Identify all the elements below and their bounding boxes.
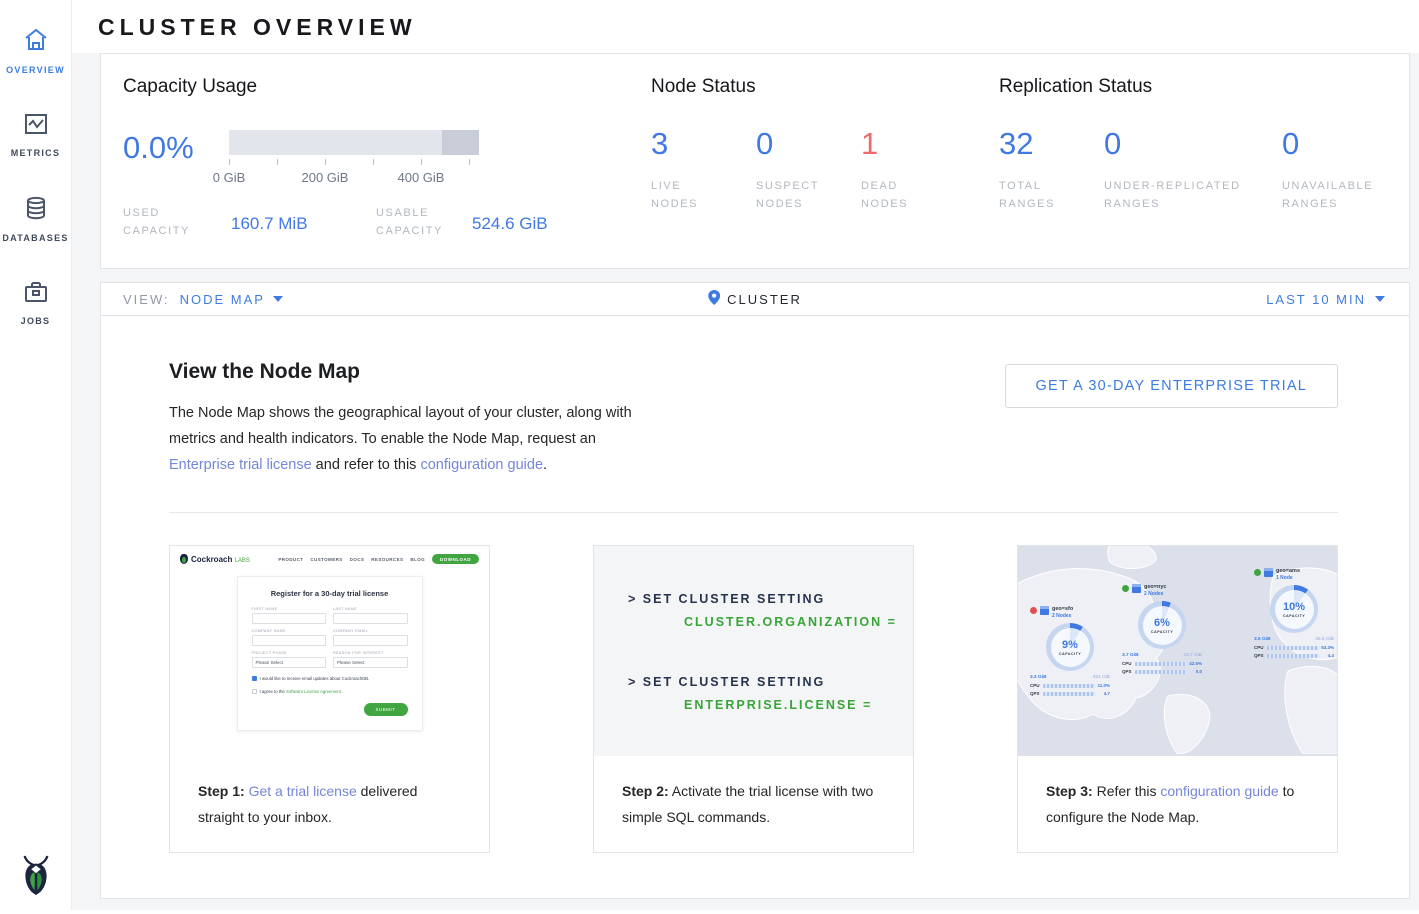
configuration-guide-link[interactable]: configuration guide [1160, 783, 1278, 799]
sql-commands-illustration: > SET CLUSTER SETTING CLUSTER.ORGANIZATI… [594, 546, 913, 756]
replication-status-title: Replication Status [999, 76, 1409, 98]
node-ok-badge-icon [1254, 569, 1261, 576]
axis-tick-label: 400 GiB [398, 170, 445, 185]
cluster-summary-card: Capacity Usage 0.0% [100, 53, 1410, 269]
node-cube-icon [1264, 568, 1273, 577]
unavailable-ranges-value: 0 [1282, 128, 1402, 159]
mini-trial-form: Register for a 30-day trial license FIRS… [237, 576, 423, 731]
section-divider [169, 512, 1338, 513]
sidebar-item-overview[interactable]: OVERVIEW [0, 20, 71, 85]
total-ranges-label: TOTAL RANGES [999, 177, 1061, 213]
axis-tick-label: 200 GiB [302, 170, 349, 185]
chevron-down-icon [1375, 296, 1385, 302]
step-3-card: geo=sfo 2 Nodes 9% CAPACITY 3.2 GiB3 [1017, 545, 1338, 853]
briefcase-icon [24, 281, 48, 308]
capacity-bar-reserved [442, 130, 480, 155]
page-header: CLUSTER OVERVIEW [72, 0, 1419, 53]
step-2-caption: Step 2: Activate the trial license with … [594, 756, 913, 852]
sidebar-item-label: DATABASES [2, 233, 68, 243]
mini-download-button: DOWNLOAD [432, 554, 479, 564]
under-replicated-ranges-label: UNDER-REPLICATED RANGES [1104, 177, 1269, 213]
capacity-bar-chart: 0 GiB 200 GiB 400 GiB [229, 130, 479, 186]
node-status-title: Node Status [651, 76, 999, 98]
sidebar-item-databases[interactable]: DATABASES [0, 188, 71, 253]
node-error-badge-icon [1030, 607, 1037, 614]
node-map-panel: View the Node Map The Node Map shows the… [100, 316, 1410, 899]
trial-registration-screenshot: Cockroach LABS PRODUCTCUSTOMERSDOCSRESOU… [170, 546, 489, 756]
capacity-axis-ticks [229, 159, 479, 167]
metrics-chart-icon [24, 113, 48, 140]
suspect-nodes-value: 0 [756, 128, 861, 159]
view-label: VIEW: [123, 292, 170, 307]
node-map-preview-image: geo=sfo 2 Nodes 9% CAPACITY 3.2 GiB3 [1018, 546, 1337, 756]
map-node-nyc: geo=nyc 2 Nodes 6% CAPACITY 3.7 GiB4 [1122, 584, 1208, 674]
step-2-card: > SET CLUSTER SETTING CLUSTER.ORGANIZATI… [593, 545, 914, 853]
capacity-usage-title: Capacity Usage [123, 76, 651, 98]
step-1-caption: Step 1: Get a trial license delivered st… [170, 756, 489, 852]
cockroach-logo-icon [180, 554, 188, 564]
node-status-section: Node Status 3 LIVE NODES 0 SUSPECT NODES… [651, 76, 999, 240]
live-nodes-label: LIVE NODES [651, 177, 713, 213]
node-cube-icon [1040, 606, 1049, 615]
used-capacity-value: 160.7 MiB [231, 204, 353, 234]
mini-brand: Cockroach LABS [191, 555, 250, 564]
chevron-down-icon [273, 296, 283, 302]
location-pin-icon [708, 290, 720, 308]
capacity-bar-usable [229, 130, 442, 155]
node-ok-badge-icon [1122, 585, 1129, 592]
unavailable-ranges-label: UNAVAILABLE RANGES [1282, 177, 1402, 213]
time-range-dropdown[interactable]: LAST 10 MIN [1266, 292, 1385, 307]
used-capacity-label: USED CAPACITY [123, 204, 211, 240]
dead-nodes-stat: 1 DEAD NODES [861, 128, 923, 213]
enterprise-trial-license-link[interactable]: Enterprise trial license [169, 457, 312, 473]
node-cube-icon [1132, 584, 1141, 593]
enterprise-trial-button[interactable]: GET A 30-DAY ENTERPRISE TRIAL [1005, 364, 1338, 408]
get-trial-license-link[interactable]: Get a trial license [249, 783, 357, 799]
view-dropdown[interactable]: NODE MAP [180, 292, 283, 307]
mini-nav: PRODUCTCUSTOMERSDOCSRESOURCESBLOG DOWNLO… [278, 554, 479, 564]
content-area: CLUSTER OVERVIEW Capacity Usage 0.0% [72, 0, 1419, 910]
suspect-nodes-label: SUSPECT NODES [756, 177, 834, 213]
sidebar-item-label: METRICS [11, 148, 61, 158]
total-ranges-stat: 32 TOTAL RANGES [999, 128, 1104, 213]
under-replicated-ranges-value: 0 [1104, 128, 1282, 159]
cockroach-labs-logo [0, 854, 71, 896]
map-node-sfo: geo=sfo 2 Nodes 9% CAPACITY 3.2 GiB3 [1030, 606, 1116, 696]
sidebar-item-metrics[interactable]: METRICS [0, 105, 71, 168]
page-title: CLUSTER OVERVIEW [98, 14, 1419, 41]
node-map-description: The Node Map shows the geographical layo… [169, 400, 632, 478]
usable-capacity-value: 524.6 GiB [472, 204, 548, 234]
capacity-usage-section: Capacity Usage 0.0% [123, 76, 651, 240]
usable-capacity-label: USABLE CAPACITY [376, 204, 464, 240]
breadcrumb-cluster[interactable]: CLUSTER [727, 292, 802, 307]
step-1-card: Cockroach LABS PRODUCTCUSTOMERSDOCSRESOU… [169, 545, 490, 853]
sidebar: OVERVIEW METRICS DATABASES JOBS [0, 0, 72, 910]
unavailable-ranges-stat: 0 UNAVAILABLE RANGES [1282, 128, 1402, 213]
axis-tick-label: 0 GiB [213, 170, 246, 185]
live-nodes-stat: 3 LIVE NODES [651, 128, 756, 213]
home-icon [23, 28, 49, 57]
configuration-guide-link[interactable]: configuration guide [420, 457, 543, 473]
step-3-caption: Step 3: Refer this configuration guide t… [1018, 756, 1337, 852]
under-replicated-ranges-stat: 0 UNDER-REPLICATED RANGES [1104, 128, 1282, 213]
node-map-heading: View the Node Map [169, 360, 632, 384]
sidebar-item-label: JOBS [21, 316, 51, 326]
database-icon [25, 196, 47, 225]
replication-status-section: Replication Status 32 TOTAL RANGES 0 UND… [999, 76, 1409, 240]
sidebar-item-label: OVERVIEW [6, 65, 65, 75]
view-toolbar: VIEW: NODE MAP CLUSTER LAST 10 MIN [100, 282, 1410, 316]
map-node-ams: geo=ams 1 Node 10% CAPACITY 3.6 GiB3 [1254, 568, 1337, 658]
dead-nodes-label: DEAD NODES [861, 177, 923, 213]
suspect-nodes-stat: 0 SUSPECT NODES [756, 128, 861, 213]
total-ranges-value: 32 [999, 128, 1104, 159]
dead-nodes-value: 1 [861, 128, 923, 159]
live-nodes-value: 3 [651, 128, 756, 159]
sidebar-item-jobs[interactable]: JOBS [0, 273, 71, 336]
